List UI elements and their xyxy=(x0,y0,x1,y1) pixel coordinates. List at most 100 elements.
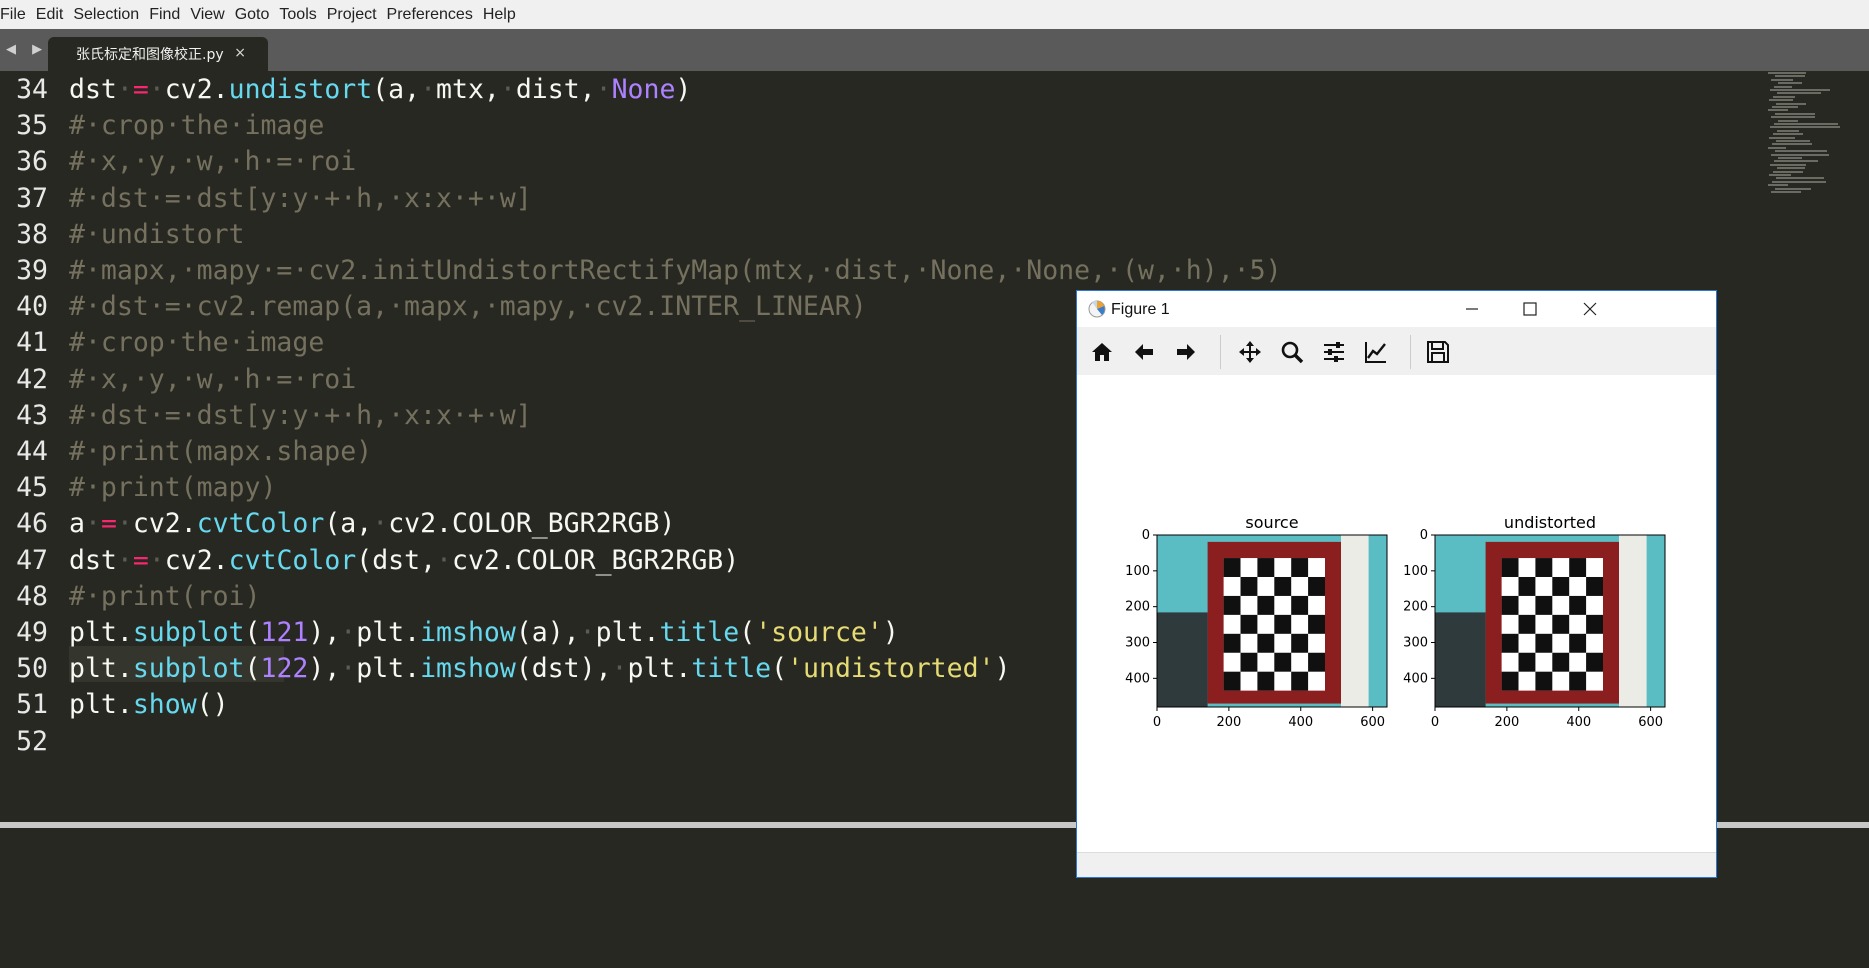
checker-square xyxy=(1291,558,1309,577)
code-token: · xyxy=(116,508,133,540)
line-number: 35 xyxy=(16,110,48,142)
line-number: 46 xyxy=(16,508,48,540)
home-icon[interactable] xyxy=(1089,339,1115,365)
code-token: cv2. xyxy=(164,74,229,105)
line-number: 43 xyxy=(16,399,48,431)
figure-titlebar[interactable]: Figure 1 xyxy=(1077,291,1716,327)
minimap-line xyxy=(1774,160,1818,163)
forward-arrow-icon[interactable] xyxy=(1173,339,1199,365)
checker-square xyxy=(1535,671,1553,691)
code-text: dst·=·cv2.cvtColor(dst,·cv2.COLOR_BGR2RG… xyxy=(69,543,739,579)
line-number: 51 xyxy=(16,689,48,721)
menu-project[interactable]: Project xyxy=(327,6,385,24)
code-token: #·crop·the·image xyxy=(69,327,325,359)
y-tick-label: 300 xyxy=(1125,636,1150,651)
edit-axes-icon[interactable] xyxy=(1363,339,1389,365)
code-token: = xyxy=(132,74,149,105)
image-right-panel xyxy=(1619,535,1647,707)
code-line[interactable]: 34 dst·=·cv2.undistort(a,·mtx,·dist,·None… xyxy=(0,72,1760,108)
code-token: #·dst·=·dst[y:y·+·h,·x:x·+·w] xyxy=(69,182,532,214)
minimap-line xyxy=(1777,129,1799,132)
line-number: 37 xyxy=(16,182,48,214)
figure-canvas[interactable]: source 0 200 400 600 0 100 200 300 400 undistorted… xyxy=(1077,375,1716,845)
code-token: = xyxy=(100,508,117,540)
code-token: 121 xyxy=(260,617,309,648)
checker-square xyxy=(1586,614,1603,634)
code-token: · xyxy=(595,74,612,105)
minimap-line xyxy=(1776,140,1810,142)
checker-square xyxy=(1223,633,1241,653)
minimap-line xyxy=(1768,109,1788,112)
checker-square xyxy=(1535,633,1553,653)
menu-help[interactable]: Help xyxy=(483,6,524,24)
minimap-line xyxy=(1770,163,1806,166)
code-text: #·dst·=·cv2.remap(a,·mapx,·mapy,·cv2.INT… xyxy=(69,289,867,325)
menu-selection[interactable]: Selection xyxy=(73,6,147,24)
code-token: #·x,·y,·w,·h·=·roi xyxy=(69,363,357,395)
code-text: #·x,·y,·w,·h·=·roi xyxy=(69,362,356,398)
minimap[interactable] xyxy=(1768,72,1868,202)
x-tick-label: 400 xyxy=(1288,715,1313,730)
menu-bar: File Edit Selection Find View Goto Tools Projec… xyxy=(0,0,1869,29)
minimap-line xyxy=(1771,116,1815,119)
minimap-line xyxy=(1775,150,1827,153)
image-dark-object xyxy=(1435,612,1486,707)
checker-square xyxy=(1223,671,1241,691)
minimap-line xyxy=(1775,112,1815,115)
maximize-icon[interactable] xyxy=(1517,297,1543,321)
checker-square xyxy=(1569,558,1587,577)
menu-preferences[interactable]: Preferences xyxy=(387,6,481,24)
code-line[interactable]: 38 #·undistort xyxy=(0,217,1760,253)
pan-icon[interactable] xyxy=(1237,339,1263,365)
menu-find[interactable]: Find xyxy=(149,6,188,24)
checker-square xyxy=(1501,671,1519,691)
code-token: = xyxy=(132,544,149,576)
code-text: #·crop·the·image xyxy=(69,108,324,144)
save-icon[interactable] xyxy=(1425,339,1451,365)
minimize-icon[interactable] xyxy=(1459,297,1485,321)
code-token: plt. xyxy=(69,653,133,685)
line-number: 39 xyxy=(16,255,48,286)
code-token: title xyxy=(691,653,772,685)
menu-edit[interactable]: Edit xyxy=(36,6,72,24)
code-token: plt. xyxy=(356,653,421,685)
checker-square xyxy=(1552,576,1570,596)
checker-square xyxy=(1518,576,1536,596)
code-text: #·crop·the·image xyxy=(69,325,324,361)
minimap-line xyxy=(1769,136,1795,139)
minimap-line xyxy=(1770,126,1840,129)
subplots-config-icon[interactable] xyxy=(1321,339,1347,365)
tab-filename: 张氏标定和图像校正.py xyxy=(76,47,224,63)
minimap-line xyxy=(1771,153,1829,156)
checker-square xyxy=(1223,595,1241,615)
code-token: plt. xyxy=(356,617,421,648)
code-token: ( xyxy=(771,653,788,685)
figure-toolbar xyxy=(1077,327,1716,376)
checker-square xyxy=(1518,652,1536,672)
minimap-line xyxy=(1778,119,1798,122)
close-tab-icon[interactable]: × xyxy=(234,45,246,61)
back-arrow-icon[interactable] xyxy=(1131,339,1157,365)
code-line[interactable]: 39 #·mapx,·mapy·=·cv2.initUndistortRectif… xyxy=(0,253,1760,289)
code-token: · xyxy=(148,544,165,576)
x-tick-label: 200 xyxy=(1216,715,1241,730)
figure-statusbar xyxy=(1077,852,1716,877)
checker-square xyxy=(1223,558,1241,577)
menu-view[interactable]: View xyxy=(190,6,232,24)
tab-nav-arrows[interactable]: ◀ ▶ xyxy=(6,42,48,57)
code-line[interactable]: 37 #·dst·=·dst[y:y·+·h,·x:x·+·w] xyxy=(0,181,1760,217)
x-tick-label: 0 xyxy=(1431,715,1439,730)
code-token: ( xyxy=(244,653,261,685)
menu-file[interactable]: File xyxy=(0,6,34,24)
code-token: #·print(roi) xyxy=(69,580,261,612)
menu-tools[interactable]: Tools xyxy=(279,6,324,24)
code-text: #·dst·=·dst[y:y·+·h,·x:x·+·w] xyxy=(69,398,532,434)
line-number: 34 xyxy=(16,74,48,105)
zoom-icon[interactable] xyxy=(1279,339,1305,365)
file-tab[interactable]: 张氏标定和图像校正.py × xyxy=(48,37,268,71)
menu-goto[interactable]: Goto xyxy=(235,6,278,24)
code-line[interactable]: 36 #·x,·y,·w,·h·=·roi xyxy=(0,144,1760,180)
checker-square xyxy=(1569,633,1587,653)
code-line[interactable]: 35 #·crop·the·image xyxy=(0,108,1760,144)
close-window-icon[interactable] xyxy=(1577,297,1603,321)
